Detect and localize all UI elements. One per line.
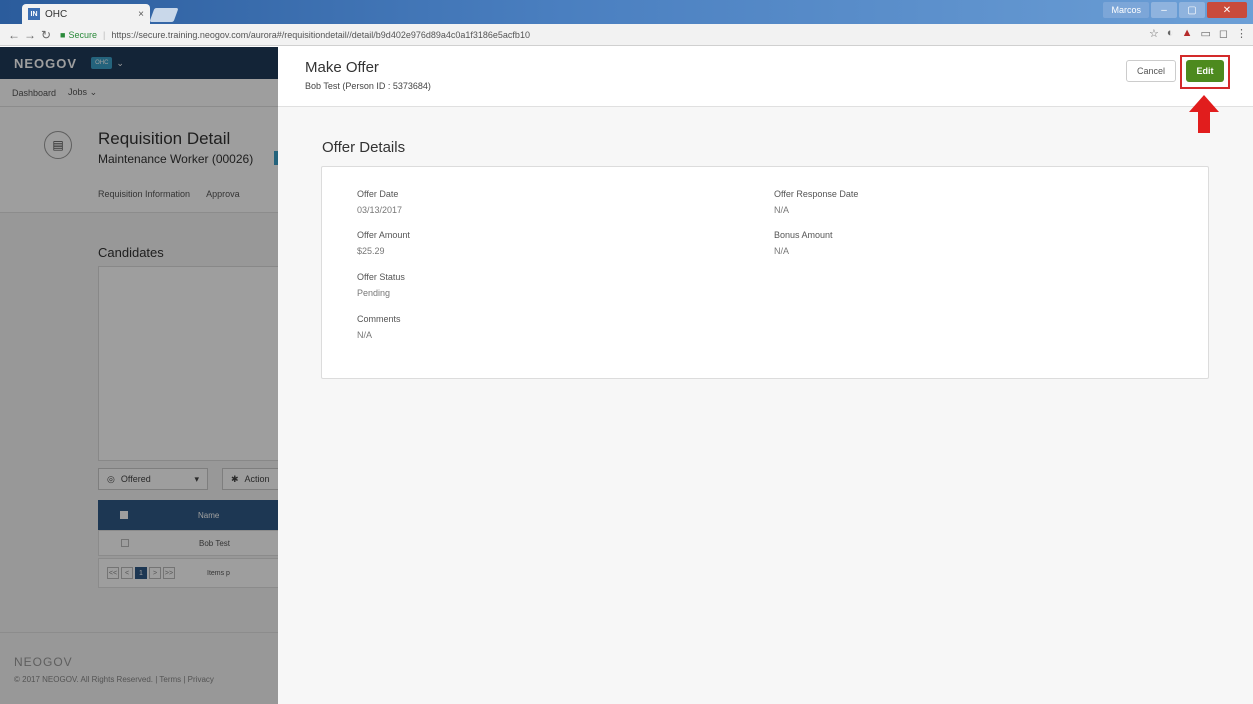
tab-title: OHC <box>45 8 68 20</box>
bonus-amount-value: N/A <box>774 246 790 256</box>
browser-tab[interactable]: IN OHC × <box>22 4 150 24</box>
comments-label: Comments <box>357 314 401 324</box>
address-bar[interactable]: ■ Secure | https://secure.training.neogo… <box>60 27 530 43</box>
offer-response-date-value: N/A <box>774 205 790 215</box>
reload-icon[interactable]: ↻ <box>38 28 54 42</box>
browser-toolbar: ← → ↻ ■ Secure | https://secure.training… <box>0 24 1253 46</box>
new-tab-button[interactable] <box>149 8 179 22</box>
window-controls: Marcos – ▢ ✕ <box>1103 2 1247 18</box>
bookmark-star-icon[interactable]: ☆ <box>1149 27 1159 40</box>
bonus-amount-label: Bonus Amount <box>774 230 833 240</box>
neogov-favicon-icon: IN <box>28 8 40 20</box>
url-text: https://secure.training.neogov.com/auror… <box>111 29 530 40</box>
extension-icons: ☆ ◐ ▲ ▭ ◻ ⋮ <box>1149 27 1247 40</box>
panel-header: Make Offer Bob Test (Person ID : 5373684… <box>278 47 1253 107</box>
lock-icon: ■ <box>60 29 66 40</box>
tab-close-icon[interactable]: × <box>138 9 144 20</box>
red-arrow-up-icon <box>1189 95 1219 133</box>
menu-dots-icon[interactable]: ⋮ <box>1236 27 1247 40</box>
pdf-extension-icon[interactable]: ▲ <box>1182 27 1193 40</box>
offer-date-value: 03/13/2017 <box>357 205 403 215</box>
browser-titlebar: IN OHC × Marcos – ▢ ✕ <box>0 0 1253 24</box>
offer-amount-label: Offer Amount <box>357 230 410 240</box>
edit-button[interactable]: Edit <box>1186 60 1224 82</box>
panel-subtitle: Bob Test (Person ID : 5373684) <box>305 81 431 91</box>
offer-date-label: Offer Date <box>357 189 399 199</box>
secure-label: Secure <box>68 29 97 40</box>
offer-amount-value: $25.29 <box>357 246 385 256</box>
offer-details-heading: Offer Details <box>322 139 406 156</box>
cast-icon[interactable]: ▭ <box>1200 27 1210 40</box>
comments-value: N/A <box>357 330 373 340</box>
url-separator: | <box>102 29 106 40</box>
make-offer-panel: Make Offer Bob Test (Person ID : 5373684… <box>278 47 1253 704</box>
panel-title: Make Offer <box>305 59 379 76</box>
profile-button[interactable]: Marcos <box>1103 2 1149 18</box>
cancel-button[interactable]: Cancel <box>1126 60 1176 82</box>
offer-status-value: Pending <box>357 288 391 298</box>
extension-icon[interactable]: ◐ <box>1167 27 1174 40</box>
forward-arrow-icon[interactable]: → <box>22 28 38 42</box>
offer-response-date-label: Offer Response Date <box>774 189 859 199</box>
offer-status-label: Offer Status <box>357 272 405 282</box>
minimize-icon[interactable]: – <box>1151 2 1177 18</box>
back-arrow-icon[interactable]: ← <box>6 28 22 42</box>
window-extension-icon[interactable]: ◻ <box>1219 27 1228 40</box>
maximize-icon[interactable]: ▢ <box>1179 2 1205 18</box>
close-window-icon[interactable]: ✕ <box>1207 2 1247 18</box>
offer-details-card: Offer Date 03/13/2017 Offer Response Dat… <box>321 166 1209 379</box>
